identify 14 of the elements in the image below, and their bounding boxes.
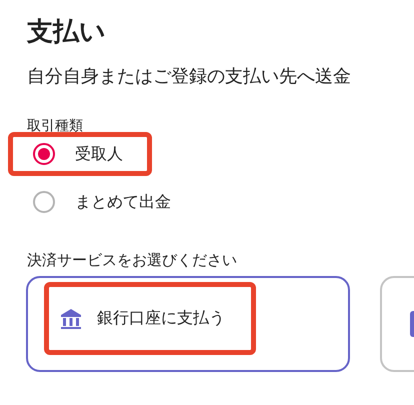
bank-icon [59, 306, 83, 330]
page-title: 支払い [27, 16, 107, 49]
highlight-frame[interactable]: 受取人 [8, 132, 152, 176]
bank-option-label: 銀行口座に支払う [97, 308, 225, 329]
page-subtitle: 自分自身またはご登録の支払い先へ送金 [27, 65, 352, 89]
section-label: 取引種類 [27, 117, 84, 135]
highlight-frame[interactable]: 銀行口座に支払う [44, 282, 256, 355]
radio-label: まとめて出金 [75, 192, 171, 212]
radio-button[interactable] [33, 191, 55, 213]
radio-button[interactable] [33, 143, 55, 165]
radio-label: 受取人 [75, 144, 123, 164]
radio-option[interactable]: まとめて出金 [8, 180, 186, 224]
section-label: 決済サービスをお選びください [27, 250, 238, 270]
payment-card[interactable]: 銀行口座に支払う [26, 276, 350, 372]
